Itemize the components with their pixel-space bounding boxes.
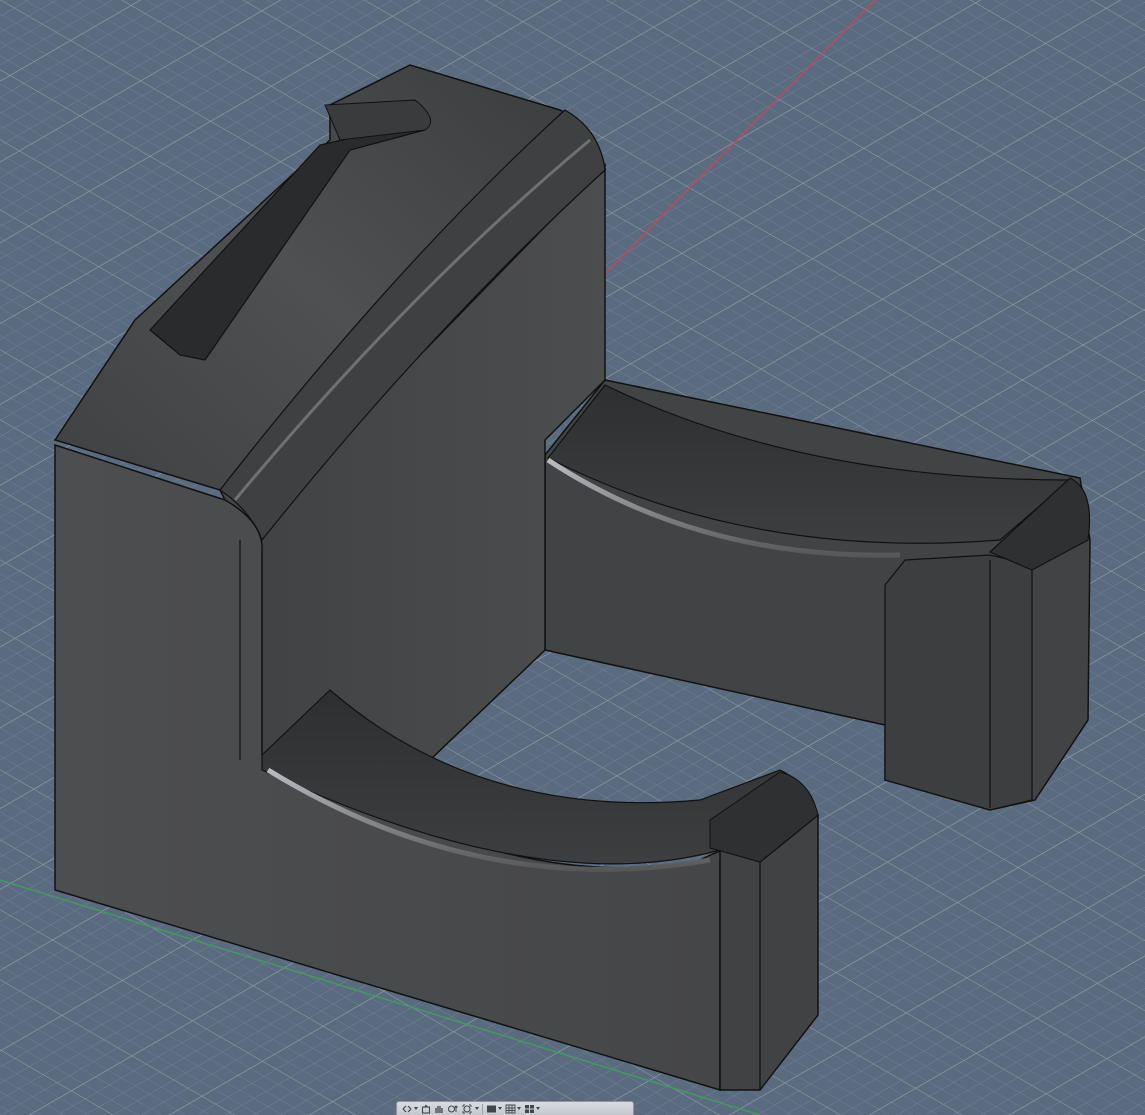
viewports-button[interactable]: [524, 1103, 540, 1115]
pan-button[interactable]: [434, 1103, 444, 1115]
display-settings-icon: [487, 1105, 496, 1112]
display-settings-button[interactable]: [486, 1103, 502, 1115]
orbit-button[interactable]: [401, 1103, 418, 1115]
fit-button[interactable]: [462, 1103, 479, 1115]
fit-icon: [462, 1104, 472, 1113]
look-at-icon: [421, 1104, 431, 1114]
orbit-icon: [402, 1105, 412, 1112]
model-scene[interactable]: [0, 0, 1145, 1115]
toolbar-separator: [482, 1103, 483, 1114]
zoom-button[interactable]: [447, 1103, 459, 1115]
grid-snaps-button[interactable]: [505, 1103, 521, 1115]
pan-icon: [435, 1105, 443, 1113]
zoom-icon: [447, 1104, 458, 1113]
look-at-button[interactable]: [421, 1103, 431, 1115]
navigation-bar: [396, 1101, 634, 1115]
viewports-icon: [525, 1104, 534, 1113]
grid-icon: [505, 1104, 516, 1113]
canvas-viewport[interactable]: [0, 0, 1145, 1115]
